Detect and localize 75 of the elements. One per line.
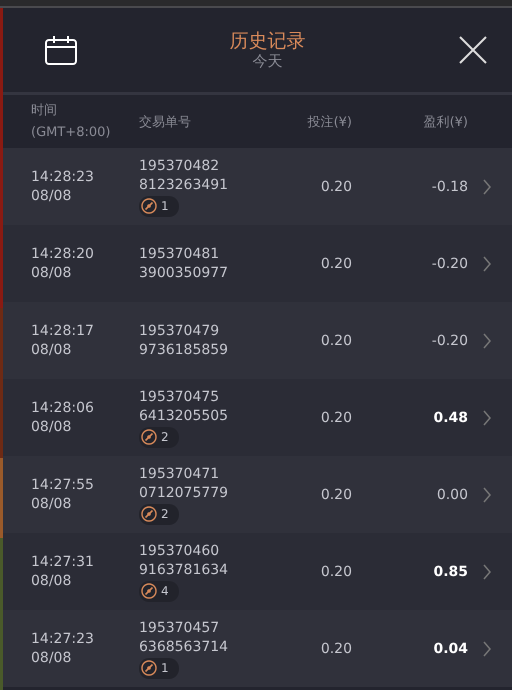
history-row[interactable]: 14:27:31 08/08 195370460 9163781634 4 0.20 0.85 (3, 533, 512, 610)
date-text: 08/08 (31, 186, 72, 206)
profit-amount: 0.00 (436, 486, 468, 502)
date-text: 08/08 (31, 418, 72, 436)
profit-amount: -0.20 (430, 256, 468, 272)
bet-amount: 0.20 (320, 256, 352, 272)
order-number: 6368563714 (139, 638, 230, 656)
chevron-icon (482, 256, 492, 272)
compass-icon (141, 429, 157, 445)
profit-amount: -0.18 (430, 178, 468, 194)
count-badge: 4 (139, 580, 179, 602)
bet-amount: 0.20 (320, 564, 352, 580)
date-text: 08/08 (31, 264, 72, 282)
bet-amount: 0.20 (320, 178, 352, 194)
column-header: (GMT+8:00) (31, 124, 112, 142)
history-row[interactable]: 14:27:55 08/08 195370471 0712075779 2 0.20 0.00 (3, 456, 512, 533)
order-number: 8123263491 (139, 176, 230, 194)
time-text: 14:28:17 (31, 322, 95, 340)
time-text: 14:27:55 (31, 476, 95, 494)
time-text: 14:28:20 (31, 244, 95, 264)
profit-amount: 0.04 (432, 640, 468, 656)
history-row[interactable]: 14:27:23 08/08 195370457 6368563714 1 0.20 0.04 (3, 610, 512, 687)
count-badge: 2 (139, 504, 179, 524)
chevron-icon (482, 640, 492, 656)
time-text: 14:28:23 (31, 168, 95, 186)
chevron-icon (482, 332, 492, 348)
date-text: 08/08 (31, 494, 72, 514)
column-header: 盈利(¥) (422, 114, 468, 130)
count-badge: 1 (139, 658, 179, 678)
profit-amount: 0.85 (432, 564, 468, 580)
order-number: 195370479 (139, 322, 220, 340)
compass-icon (141, 583, 157, 599)
time-text: 14:28:06 (31, 398, 95, 418)
chevron-icon (482, 486, 492, 502)
order-number: 6413205505 (139, 406, 230, 426)
history-row[interactable]: 14:28:23 08/08 195370482 8123263491 1 0.20 -0.18 (3, 148, 512, 225)
history-row[interactable]: 14:28:06 08/08 195370475 6413205505 2 0.20 0.48 (3, 379, 512, 456)
order-number: 3900350977 (139, 264, 230, 282)
chevron-icon (482, 178, 492, 194)
column-header: 时间 (31, 102, 58, 120)
bet-amount: 0.20 (320, 640, 352, 656)
time-text: 14:27:31 (31, 552, 95, 572)
bet-amount: 0.20 (320, 410, 352, 426)
profit-amount: 0.48 (432, 410, 468, 426)
compass-icon (141, 506, 157, 522)
bet-amount: 0.20 (320, 486, 352, 502)
count-badge: 2 (139, 426, 179, 448)
time-text: 14:27:23 (31, 630, 95, 648)
column-header: 投注(¥) (306, 114, 352, 130)
order-number: 195370482 (139, 156, 220, 176)
order-number: 195370460 (139, 542, 220, 560)
order-number: 195370475 (139, 388, 220, 406)
chevron-icon (482, 564, 492, 580)
close-icon[interactable] (458, 35, 488, 65)
profit-amount: -0.20 (430, 332, 468, 348)
date-text: 08/08 (31, 572, 72, 590)
date-filter-label: 今天 (252, 52, 282, 70)
date-text: 08/08 (31, 340, 72, 360)
compass-icon (141, 660, 157, 676)
order-number: 9736185859 (139, 340, 230, 360)
count-badge: 1 (139, 196, 179, 216)
bet-amount: 0.20 (320, 332, 352, 348)
date-text: 08/08 (31, 648, 72, 668)
order-number: 9163781634 (139, 560, 230, 580)
order-number: 195370481 (139, 244, 220, 264)
order-number: 0712075779 (139, 484, 230, 502)
compass-icon (141, 198, 157, 214)
column-header: 交易单号 (139, 114, 192, 130)
chevron-icon (482, 410, 492, 426)
order-number: 195370457 (139, 618, 220, 638)
panel-title: 历史记录 (230, 30, 306, 52)
order-number: 195370471 (139, 464, 220, 484)
history-row[interactable]: 14:28:20 08/08 195370481 3900350977 0.20 -0.20 (3, 225, 512, 302)
history-row[interactable]: 14:28:17 08/08 195370479 9736185859 0.20 -0.20 (3, 302, 512, 379)
calendar-icon[interactable] (45, 35, 77, 65)
